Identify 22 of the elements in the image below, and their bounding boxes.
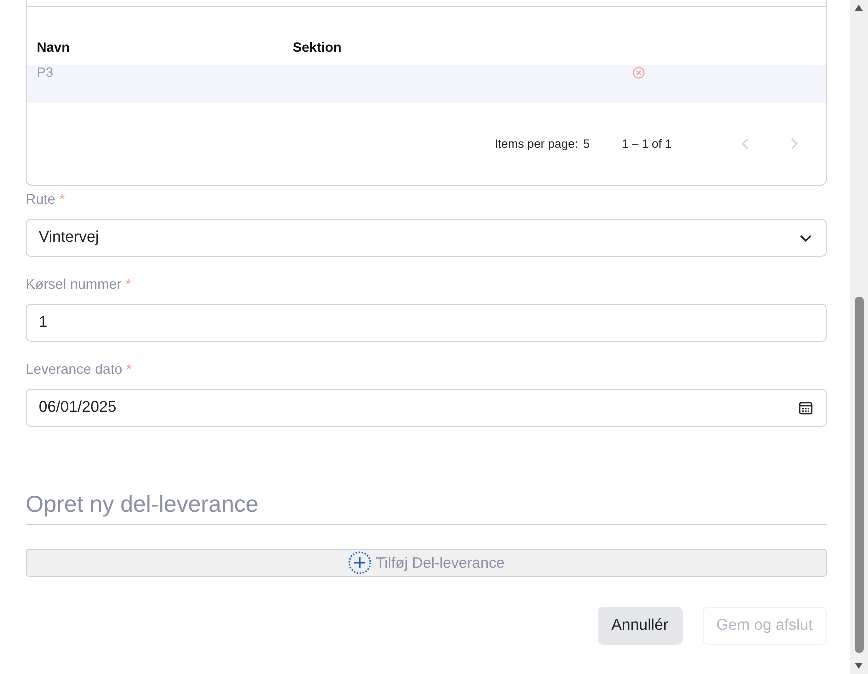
input-field[interactable]: 1 xyxy=(26,304,827,342)
page-range: 1 – 1 of 1 xyxy=(622,137,672,152)
page-size-select[interactable]: 5 xyxy=(583,137,590,152)
plus-circle-icon xyxy=(348,551,372,575)
required-mark: * xyxy=(60,191,66,207)
scroll-down-icon[interactable] xyxy=(854,662,864,670)
field-label: Kørsel nummer xyxy=(26,276,122,292)
scrollbar[interactable] xyxy=(850,0,868,674)
table-cell-text: P3 xyxy=(36,64,55,80)
calendar-icon[interactable] xyxy=(798,400,814,416)
column-header: Sektion xyxy=(293,40,343,56)
scroll-up-icon[interactable] xyxy=(854,4,864,12)
select-field[interactable]: Vintervej xyxy=(26,219,827,257)
date-field[interactable]: 06/01/2025 xyxy=(26,389,827,427)
cancel-button[interactable]: Annullér xyxy=(598,607,682,645)
column-header: Navn xyxy=(36,40,72,56)
field-label: Rute xyxy=(26,191,56,207)
required-mark: * xyxy=(126,361,132,377)
field-label: Leverance dato xyxy=(26,361,123,377)
section-title: Opret ny del-leverance xyxy=(26,491,827,525)
required-mark: * xyxy=(126,276,132,292)
items-per-page-label: Items per page: xyxy=(494,137,578,152)
